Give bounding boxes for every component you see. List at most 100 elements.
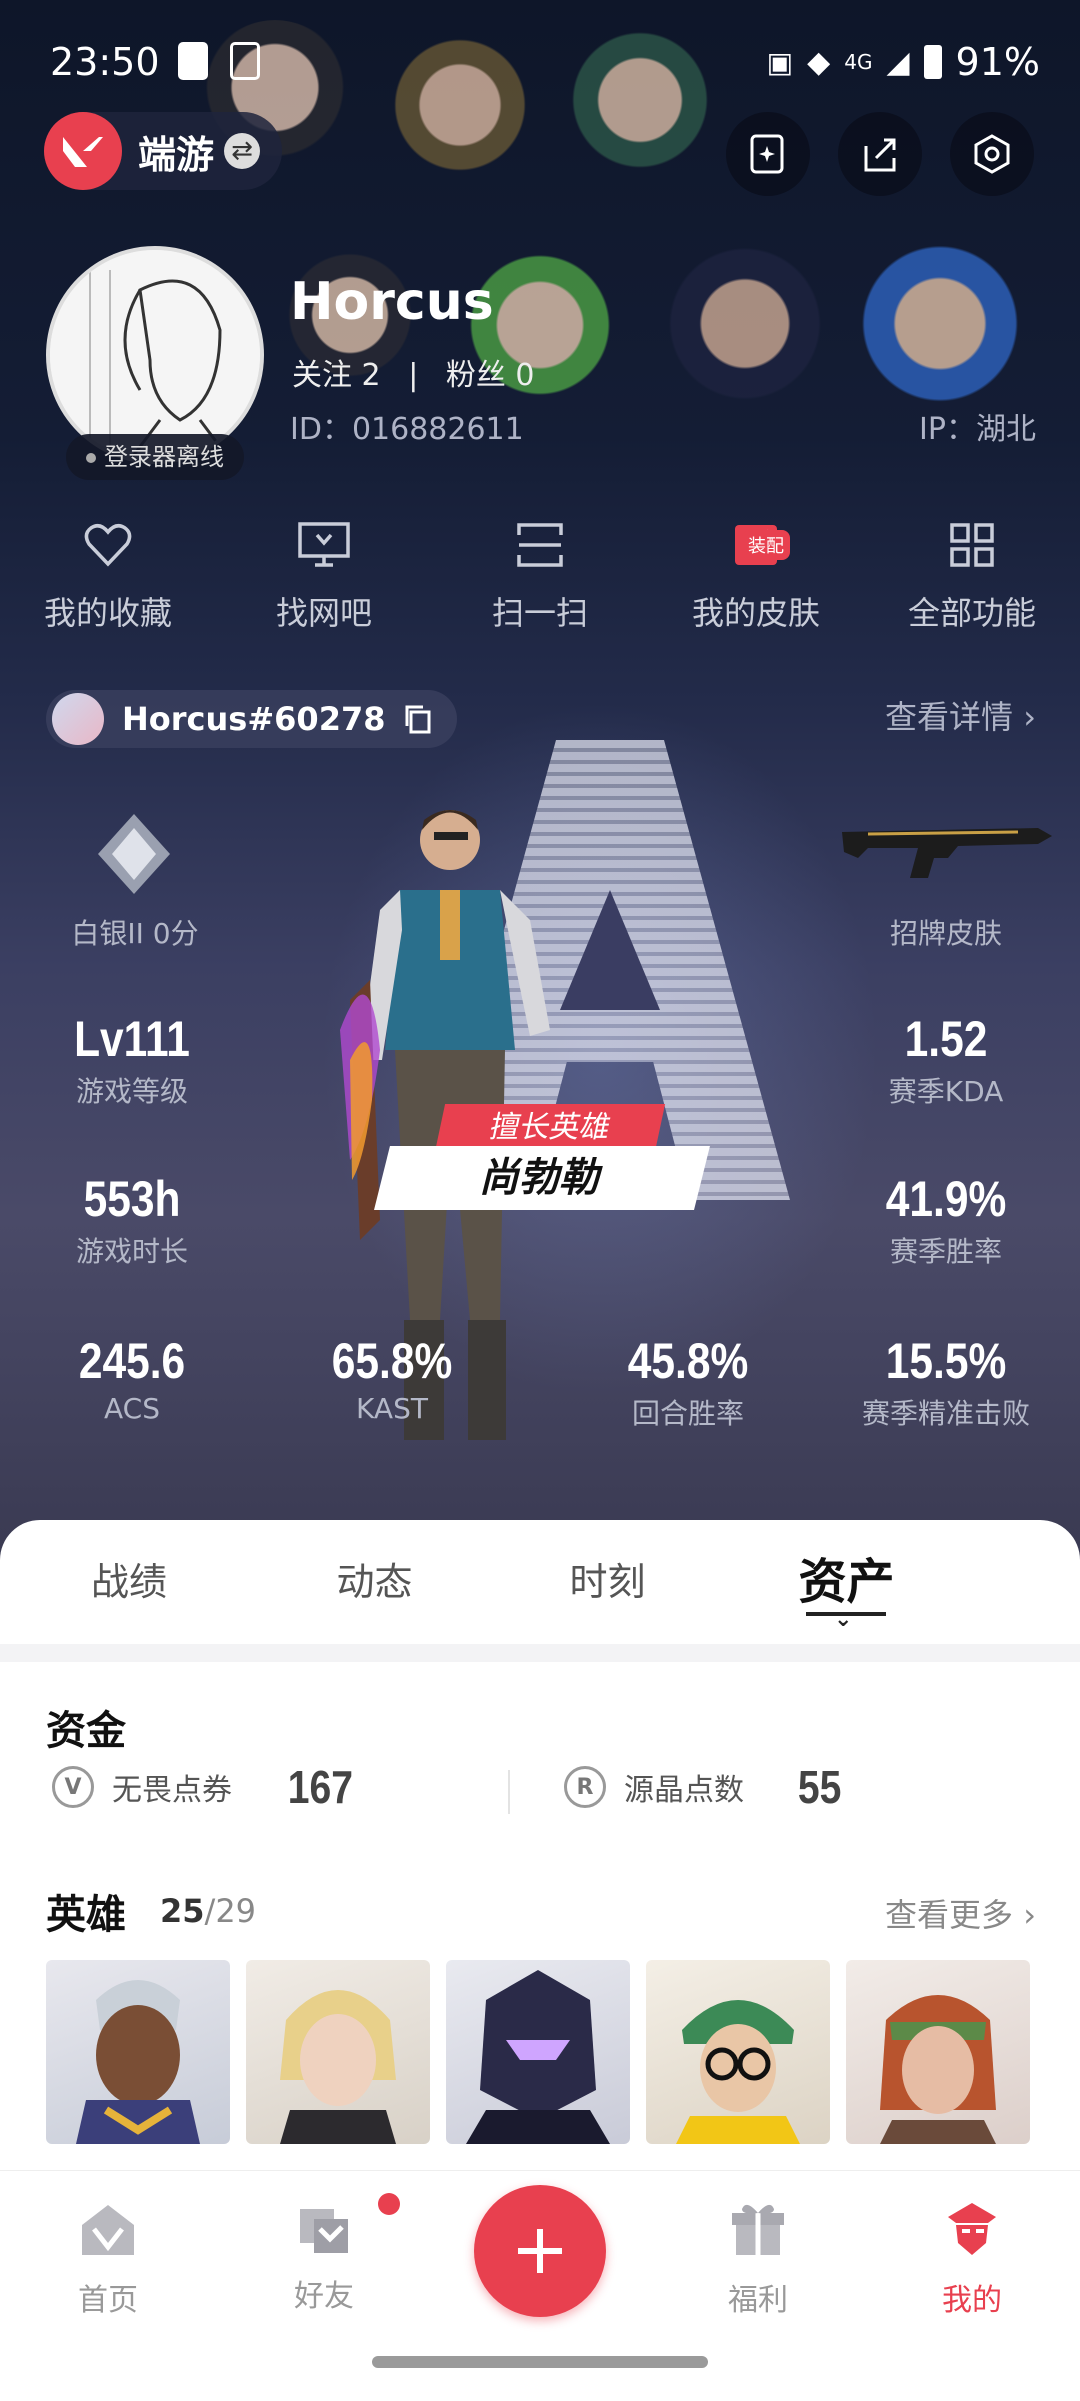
quick-action-label: 我的皮肤 bbox=[691, 594, 820, 632]
nav-friends[interactable]: 好友 bbox=[254, 2193, 400, 2315]
agents-owned: 25 bbox=[160, 1892, 205, 1930]
riot-id-pill[interactable]: Horcus#60278 bbox=[46, 690, 458, 748]
ip-location: IP：湖北 bbox=[919, 412, 1036, 447]
share-button[interactable] bbox=[838, 112, 922, 196]
stat-headshot: 15.5% 赛季精准击败 bbox=[836, 1332, 1056, 1432]
agent-card[interactable] bbox=[646, 1960, 830, 2144]
quick-action-favorites[interactable]: 我的收藏 bbox=[0, 510, 216, 632]
tab-label: 时刻 bbox=[569, 1560, 646, 1604]
currency-separator bbox=[508, 1770, 510, 1814]
currency-value: 167 bbox=[287, 1761, 353, 1813]
settings-button[interactable] bbox=[950, 112, 1034, 196]
agents-list bbox=[46, 1960, 1030, 2144]
quick-action-label: 我的收藏 bbox=[43, 594, 172, 632]
currency-label: 无畏点券 bbox=[112, 1773, 232, 1808]
fans-count: 0 bbox=[515, 358, 535, 393]
stat-value: 15.5% bbox=[885, 1333, 1007, 1389]
phone-sync-icon bbox=[230, 42, 260, 80]
following-link[interactable]: 关注 2 bbox=[292, 358, 381, 393]
nav-label: 我的 bbox=[942, 2283, 1002, 2318]
stat-kast: 65.8% KAST bbox=[282, 1332, 502, 1425]
best-agent-tag: 擅长英雄 bbox=[434, 1104, 666, 1152]
agent-card[interactable] bbox=[846, 1960, 1030, 2144]
chevron-right-icon: › bbox=[1023, 698, 1036, 736]
home-indicator[interactable] bbox=[372, 2356, 708, 2368]
follow-stats: 关注 2 | 粉丝 0 bbox=[292, 350, 534, 394]
quick-action-label: 找网吧 bbox=[275, 594, 372, 632]
stat-level: Lv111 游戏等级 bbox=[22, 1010, 242, 1110]
friends-icon bbox=[300, 2209, 348, 2253]
quick-action-scan[interactable]: 扫一扫 bbox=[432, 510, 648, 632]
best-agent-name[interactable]: 尚勃勒 bbox=[374, 1146, 710, 1210]
player-card-avatar bbox=[52, 693, 104, 745]
home-icon bbox=[82, 2205, 134, 2255]
tab-match-history[interactable]: 战绩 bbox=[0, 1520, 258, 1644]
see-more-agents-link[interactable]: 查看更多 › bbox=[885, 1890, 1036, 1936]
username: Horcus bbox=[290, 272, 494, 332]
agent-card[interactable] bbox=[446, 1960, 630, 2144]
rank-label: 白银II 0分 bbox=[71, 917, 199, 950]
tab-assets[interactable]: 资产 ⌄ bbox=[724, 1520, 969, 1644]
stat-value: 41.9% bbox=[885, 1171, 1007, 1227]
quick-action-label: 全部功能 bbox=[907, 594, 1036, 632]
tab-moments[interactable]: 时刻 bbox=[491, 1520, 724, 1644]
view-details-link[interactable]: 查看详情 › bbox=[885, 692, 1036, 738]
rank-icon bbox=[98, 814, 170, 894]
avatar[interactable] bbox=[46, 246, 264, 464]
stat-acs: 245.6 ACS bbox=[22, 1332, 242, 1425]
share-icon bbox=[864, 138, 896, 172]
agent-portrait-image bbox=[880, 1995, 996, 2144]
stat-value: 65.8% bbox=[331, 1333, 453, 1389]
fans-link[interactable]: 粉丝 0 bbox=[446, 358, 535, 393]
nav-label: 好友 bbox=[294, 2279, 354, 2314]
sparkle-card-icon bbox=[750, 134, 784, 174]
nav-profile[interactable]: 我的 bbox=[902, 2199, 1042, 2319]
see-more-label: 查看更多 bbox=[885, 1896, 1014, 1934]
stat-value: 1.52 bbox=[904, 1011, 988, 1067]
stat-label: 赛季精准击败 bbox=[861, 1397, 1030, 1430]
fans-label: 粉丝 bbox=[445, 358, 506, 393]
valorant-logo-icon bbox=[44, 112, 122, 190]
create-post-button[interactable] bbox=[474, 2185, 606, 2317]
quick-action-my-skins[interactable]: 装配 我的皮肤 bbox=[648, 510, 864, 632]
profile-icon bbox=[948, 2203, 996, 2255]
battery-level: 91% bbox=[955, 40, 1040, 84]
agent-portrait-image bbox=[466, 1970, 610, 2144]
quick-action-label: 扫一扫 bbox=[491, 594, 588, 632]
stat-label: 游戏等级 bbox=[75, 1075, 188, 1108]
currency-value: 55 bbox=[797, 1761, 842, 1813]
stat-kda: 1.52 赛季KDA bbox=[836, 1010, 1056, 1110]
avatar-sketch bbox=[50, 250, 260, 460]
sim-icon: ▣ bbox=[766, 45, 794, 79]
agents-title: 英雄 bbox=[46, 1892, 126, 1938]
scan-icon bbox=[517, 523, 563, 567]
edit-card-button[interactable] bbox=[726, 112, 810, 196]
quick-action-internet-cafe[interactable]: 找网吧 bbox=[216, 510, 432, 632]
stat-label: ACS bbox=[104, 1392, 160, 1425]
stat-label: 赛季胜率 bbox=[889, 1235, 1002, 1268]
monitor-icon bbox=[298, 522, 350, 567]
stat-value: 553h bbox=[83, 1171, 181, 1227]
tab-label: 动态 bbox=[336, 1560, 413, 1604]
stat-value: 245.6 bbox=[78, 1333, 186, 1389]
agent-card[interactable] bbox=[246, 1960, 430, 2144]
tab-feed[interactable]: 动态 bbox=[258, 1520, 491, 1644]
stat-label: 赛季KDA bbox=[888, 1075, 1004, 1108]
chibi-decoration bbox=[660, 230, 830, 410]
nav-home[interactable]: 首页 bbox=[38, 2199, 178, 2319]
chibi-decoration bbox=[850, 230, 1030, 410]
status-badge: 登录器离线 bbox=[66, 434, 244, 480]
quick-action-all-features[interactable]: 全部功能 bbox=[864, 510, 1080, 632]
skin-badge: 装配 bbox=[742, 530, 790, 560]
section-divider bbox=[0, 1644, 1080, 1662]
copy-icon[interactable] bbox=[403, 704, 433, 734]
stat-label: KAST bbox=[356, 1392, 428, 1425]
valorant-points: V 无畏点券 167 bbox=[52, 1760, 359, 1814]
agent-portrait-image bbox=[280, 1990, 396, 2144]
nav-label: 首页 bbox=[78, 2283, 138, 2318]
nav-rewards[interactable]: 福利 bbox=[688, 2199, 828, 2319]
agent-card[interactable] bbox=[46, 1960, 230, 2144]
tab-label: 资产 bbox=[798, 1554, 895, 1610]
following-label: 关注 bbox=[292, 358, 352, 393]
game-switcher[interactable]: 端游 ⇄ bbox=[44, 112, 283, 190]
